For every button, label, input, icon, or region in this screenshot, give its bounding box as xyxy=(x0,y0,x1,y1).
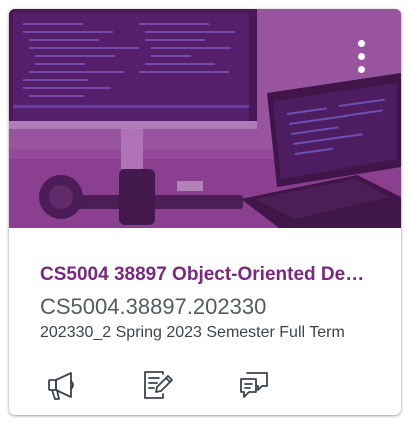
assignments-button[interactable] xyxy=(141,368,175,402)
vertical-ellipsis-icon xyxy=(357,40,365,47)
course-card-image[interactable] xyxy=(9,9,401,228)
course-card-body: CS5004 38897 Object-Oriented Design CS50… xyxy=(9,228,401,415)
course-card[interactable]: CS5004 38897 Object-Oriented Design CS50… xyxy=(9,9,401,415)
course-title-link[interactable]: CS5004 38897 Object-Oriented Design xyxy=(40,264,370,286)
discussions-button[interactable] xyxy=(237,368,271,402)
vertical-ellipsis-icon-dot xyxy=(357,53,365,60)
course-code: CS5004.38897.202330 xyxy=(40,294,267,319)
course-card-actions xyxy=(9,366,401,406)
assignment-edit-icon xyxy=(144,371,173,399)
course-options-menu-button[interactable] xyxy=(355,40,367,76)
megaphone-icon xyxy=(48,372,74,400)
course-term: 202330_2 Spring 2023 Semester Full Term xyxy=(40,324,345,341)
announcements-button[interactable] xyxy=(45,368,79,402)
vertical-ellipsis-icon-dot xyxy=(357,66,365,73)
discussion-icon xyxy=(240,372,268,398)
course-hero-image xyxy=(9,9,401,228)
